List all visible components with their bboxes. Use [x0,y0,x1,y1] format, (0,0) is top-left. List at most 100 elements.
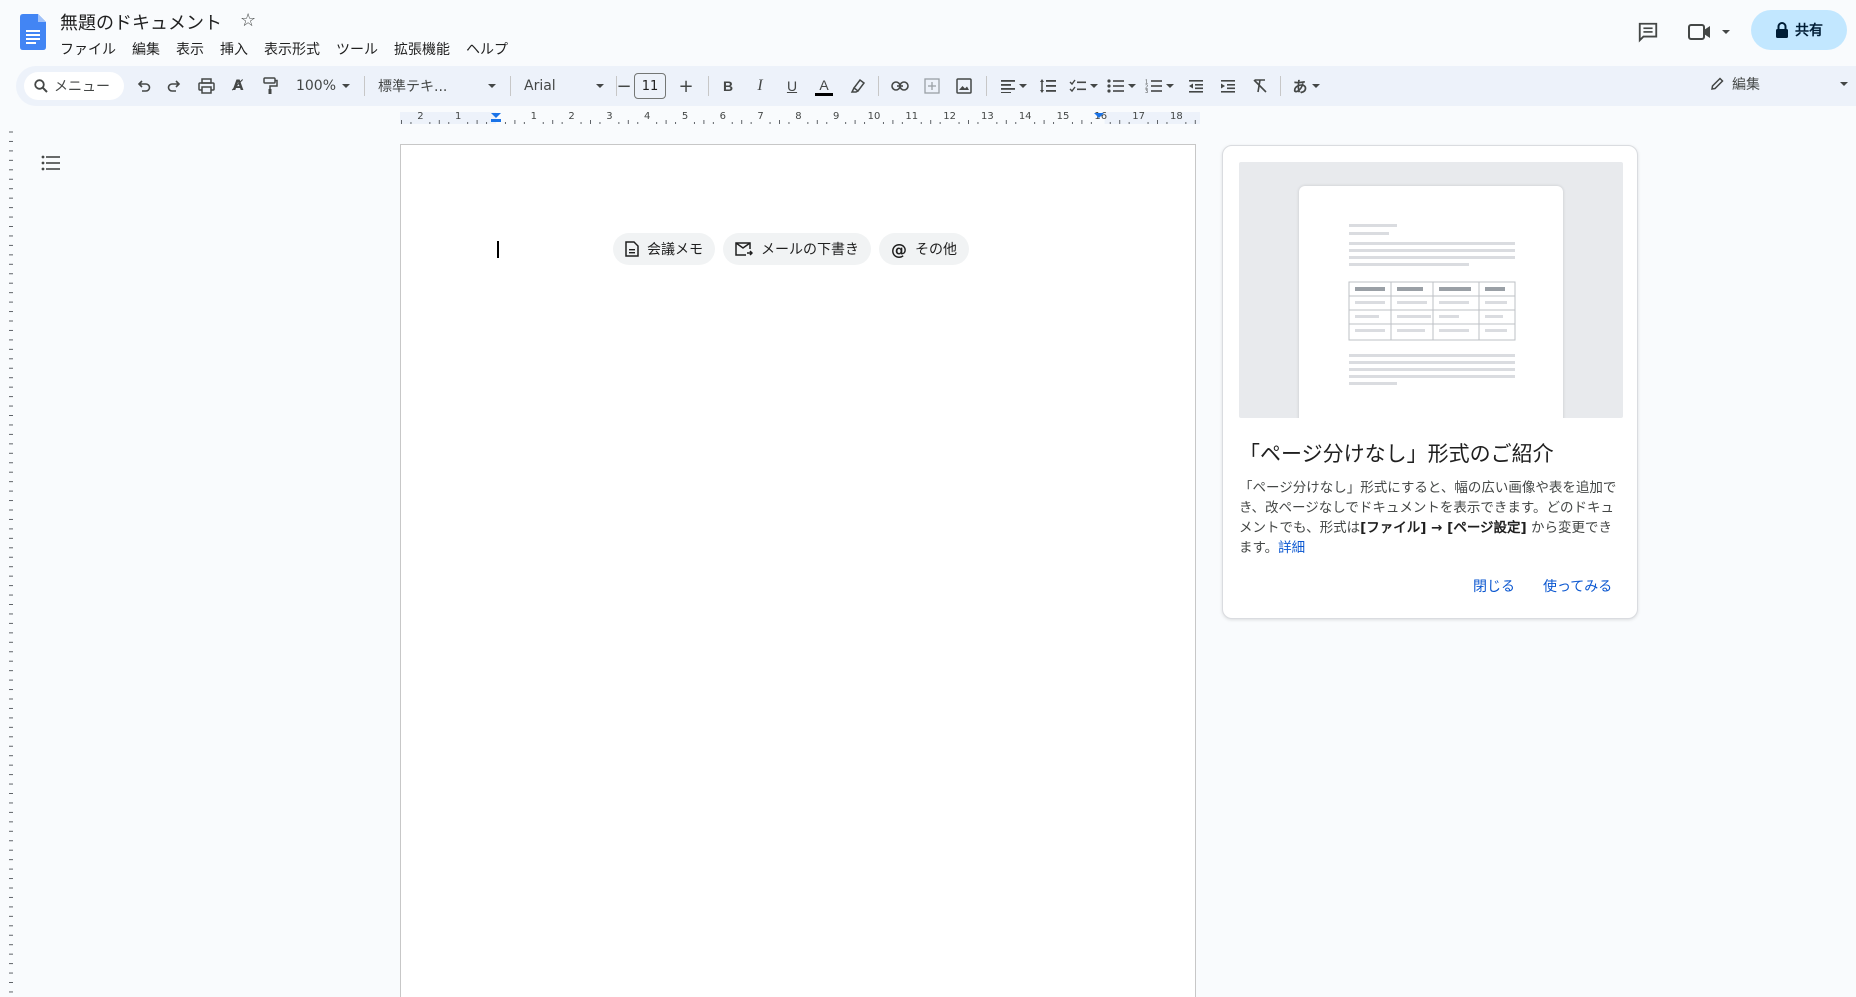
ruler-number: 13 [981,111,994,122]
docs-logo-icon[interactable] [20,14,46,50]
ruler-numbers: 2 1 1 2 3 4 5 6 7 8 9 10 11 12 13 14 15 16 17 18 [400,111,1200,125]
ruler-number: 17 [1132,111,1145,122]
chevron-down-icon [596,84,604,88]
search-menus-label: メニュー [54,79,110,95]
ruler-number: 1 [530,111,537,122]
image-icon [956,78,972,94]
chip-label: 会議メモ [647,242,703,258]
comment-icon [1638,22,1658,43]
paragraph-style-select[interactable]: 標準テキ... [372,74,502,98]
checklist-button[interactable] [1066,74,1100,98]
italic-button[interactable]: I [748,74,772,98]
chevron-down-icon [1722,30,1730,34]
learn-more-link[interactable]: 詳細 [1278,540,1305,556]
zoom-value: 100% [295,78,337,94]
menu-format[interactable]: 表示形式 [256,36,328,62]
ruler-number: 3 [606,111,613,122]
comment-history-button[interactable] [1630,14,1666,50]
ruler-number: 15 [1056,111,1070,122]
zoom-select[interactable]: 100% [292,74,354,98]
ruler-number: 18 [1170,111,1183,122]
document-page[interactable] [400,144,1196,997]
share-button[interactable]: 共有 [1751,10,1847,50]
smart-chips: 会議メモ メールの下書き @ その他 [613,233,969,265]
right-indent-marker-icon[interactable] [1093,112,1105,124]
search-menus-button[interactable]: メニュー [24,72,124,100]
left-indent-marker-icon[interactable] [490,112,502,124]
star-icon[interactable]: ☆ [240,10,256,31]
menu-help[interactable]: ヘルプ [458,36,516,62]
chip-meeting-notes[interactable]: 会議メモ [613,233,715,265]
bold-button[interactable]: B [716,74,740,98]
checklist-icon [1069,79,1086,93]
increase-font-size-button[interactable]: + [674,74,698,98]
pageless-promo-card: 「ページ分けなし」形式のご紹介 「ページ分けなし」形式にすると、幅の広い画像や表… [1222,145,1638,619]
menu-edit[interactable]: 編集 [124,36,168,62]
highlighter-icon [850,78,866,93]
svg-text:3: 3 [1145,89,1148,93]
ruler-number: 2 [417,111,424,122]
text-color-icon: A [819,76,829,93]
ruler-number: 7 [757,111,764,122]
redo-button[interactable] [162,74,186,98]
print-icon [197,78,215,94]
minus-icon: − [616,75,632,97]
menu-tools[interactable]: ツール [328,36,386,62]
insert-comment-button[interactable] [920,74,944,98]
font-size-input[interactable]: 11 [634,73,666,99]
chip-label: その他 [915,242,957,258]
bulleted-list-button[interactable] [1104,74,1138,98]
try-it-button[interactable]: 使ってみる [1543,576,1612,596]
line-spacing-button[interactable] [1036,74,1060,98]
input-tools-button[interactable]: あ [1288,74,1324,98]
chevron-down-icon [1127,84,1136,88]
menu-insert[interactable]: 挿入 [212,36,256,62]
menu-extensions[interactable]: 拡張機能 [386,36,458,62]
meet-button[interactable] [1684,14,1734,50]
vertical-ruler[interactable] [0,128,16,997]
insert-image-button[interactable] [952,74,976,98]
underline-icon: U [786,78,798,94]
horizontal-ruler[interactable]: 2 1 1 2 3 4 5 6 7 8 9 10 11 12 13 14 15 16 17 18 [0,108,1856,128]
indent-increase-icon [1221,80,1235,93]
decrease-indent-button[interactable] [1184,74,1208,98]
font-family-select[interactable]: Arial [518,74,610,98]
at-icon: @ [891,239,907,259]
align-left-icon [1000,80,1015,93]
document-title[interactable]: 無題のドキュメント [60,9,222,35]
document-outline-icon[interactable] [40,152,62,174]
menu-file[interactable]: ファイル [52,36,124,62]
insert-link-button[interactable] [888,74,912,98]
increase-indent-button[interactable] [1216,74,1240,98]
chip-more[interactable]: @ その他 [879,233,969,265]
chip-email-draft[interactable]: メールの下書き [723,233,871,265]
close-button[interactable]: 閉じる [1473,576,1515,596]
chevron-down-icon [1840,82,1848,86]
underline-button[interactable]: U [780,74,804,98]
paragraph-style-value: 標準テキ... [378,79,448,95]
print-button[interactable] [194,74,218,98]
editing-mode-select[interactable]: 編集 [1710,74,1848,94]
app-header: 無題のドキュメント ☆ ファイル 編集 表示 挿入 表示形式 ツール 拡張機能 … [0,0,1856,64]
clear-formatting-button[interactable] [1248,74,1272,98]
ruler-number: 5 [681,111,689,122]
paint-format-button[interactable] [258,74,282,98]
add-comment-icon [924,78,940,94]
spellcheck-button[interactable]: A̸ [226,74,250,98]
font-family-value: Arial [524,78,556,94]
highlight-color-button[interactable] [846,74,870,98]
ruler-number: 2 [568,111,575,122]
decrease-font-size-button[interactable]: − [612,74,636,98]
undo-icon [137,80,151,92]
ruler-number: 10 [867,111,881,122]
numbered-list-button[interactable]: 123 [1142,74,1176,98]
spellcheck-icon: A̸ [232,78,244,94]
menu-view[interactable]: 表示 [168,36,212,62]
bulleted-list-icon [1106,79,1124,93]
plus-icon: + [678,75,694,97]
align-button[interactable] [996,74,1030,98]
text-color-button[interactable]: A [812,74,836,98]
doc-icon [625,241,639,257]
undo-button[interactable] [132,74,156,98]
numbered-list-icon: 123 [1145,80,1162,93]
